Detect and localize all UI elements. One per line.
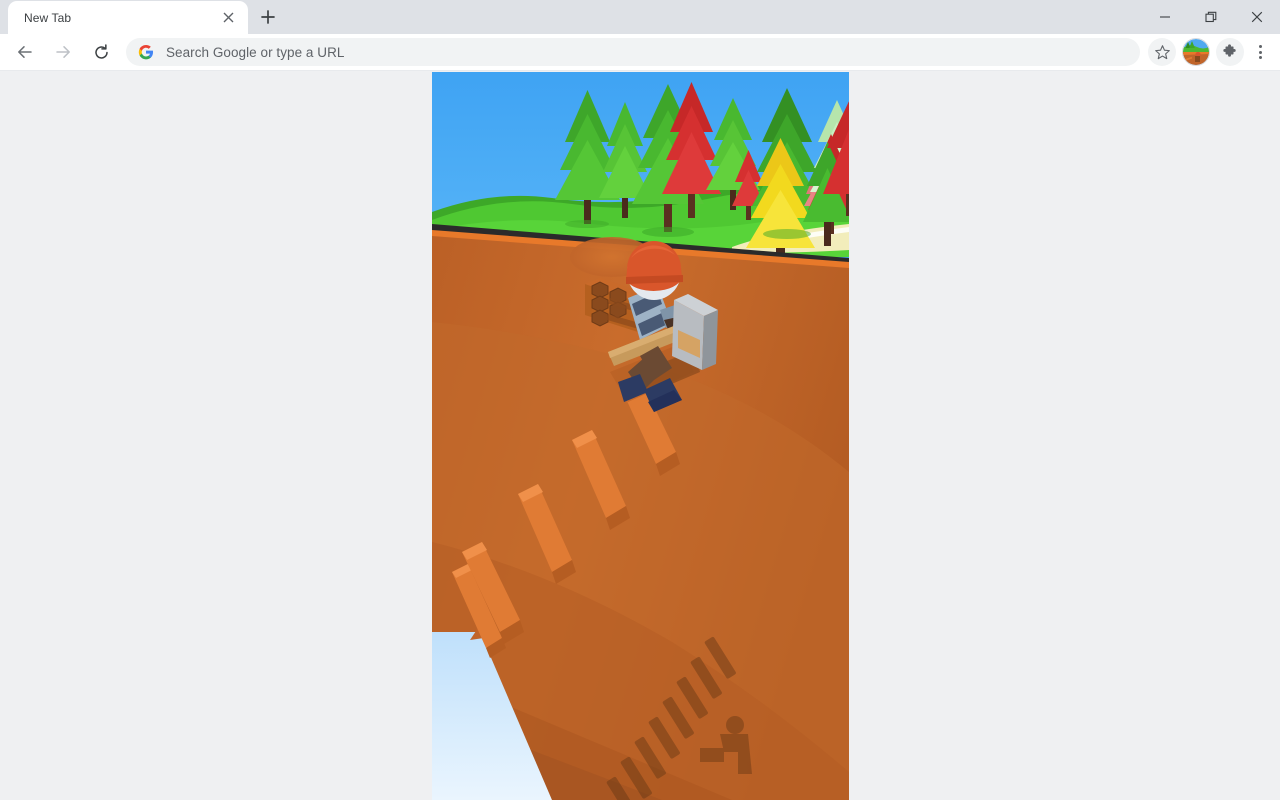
toolbar-actions (1148, 38, 1274, 66)
tree-shadow (642, 227, 694, 237)
google-g-icon (138, 44, 154, 60)
tab-new-tab[interactable]: New Tab (8, 1, 248, 34)
reload-button[interactable] (87, 38, 115, 66)
menu-dot (1258, 56, 1262, 59)
close-icon[interactable] (218, 8, 238, 28)
extensions-button[interactable] (1216, 38, 1244, 66)
chrome-menu-button[interactable] (1246, 38, 1274, 66)
address-bar[interactable]: Search Google or type a URL (126, 38, 1140, 66)
new-tab-button[interactable] (254, 3, 282, 31)
menu-dot (1258, 45, 1262, 48)
close-button[interactable] (1234, 0, 1280, 34)
character-shadow-logs (700, 748, 724, 762)
bookmark-button[interactable] (1148, 38, 1176, 66)
close-window-icon (1251, 11, 1263, 23)
profile-avatar[interactable] (1182, 38, 1210, 66)
plus-icon (261, 10, 275, 24)
forward-button[interactable] (49, 38, 77, 66)
tab-title: New Tab (24, 10, 72, 25)
star-icon (1154, 44, 1170, 59)
omnibox-placeholder: Search Google or type a URL (166, 44, 345, 60)
window-controls (1142, 0, 1280, 34)
restore-icon (1205, 11, 1217, 23)
arrow-left-icon (18, 46, 32, 58)
tree-shadow (565, 220, 609, 228)
back-button[interactable] (11, 38, 39, 66)
arrow-right-icon (56, 46, 70, 58)
page-content (0, 72, 1280, 800)
menu-dot (1258, 50, 1262, 54)
puzzle-piece-icon (1223, 44, 1236, 57)
minimize-button[interactable] (1142, 0, 1188, 34)
minimize-icon (1160, 16, 1170, 18)
game-scene (432, 72, 849, 800)
tab-strip: New Tab (0, 0, 282, 34)
game-canvas[interactable] (432, 72, 849, 800)
maximize-button[interactable] (1188, 0, 1234, 34)
character-shadow-head (726, 716, 744, 734)
browser-window: New Tab Search Google or type a URL (0, 0, 1280, 800)
browser-toolbar: Search Google or type a URL (0, 34, 1280, 71)
tree-shadow (763, 229, 811, 239)
title-bar: New Tab (0, 0, 1280, 34)
reload-icon (94, 43, 108, 59)
